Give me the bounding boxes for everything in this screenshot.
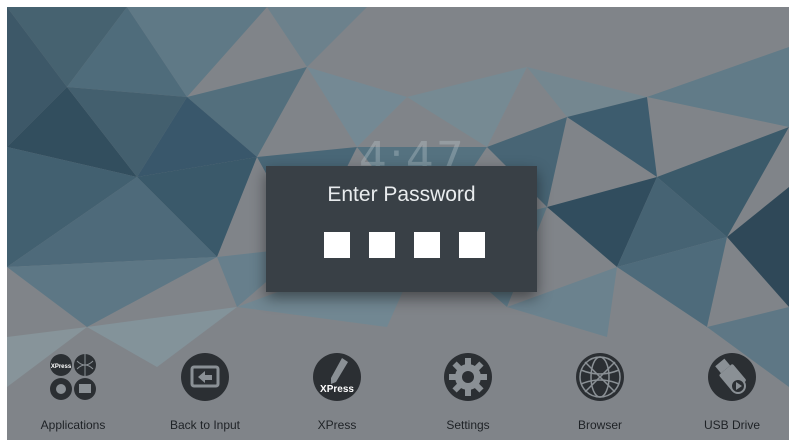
back-to-input-icon [181,353,229,401]
pin-digit-box[interactable] [414,232,440,258]
app-dock: XPress Applications Back to Input XPress… [7,352,789,440]
dock-item-settings[interactable]: Settings [413,352,523,432]
dock-label-back-to-input: Back to Input [169,418,241,432]
xpress-icon: XPress [313,353,361,401]
pin-digit-box[interactable] [369,232,395,258]
pin-entry-boxes[interactable] [324,232,485,258]
dock-item-usb-drive[interactable]: USB Drive [677,352,787,432]
dock-item-xpress[interactable]: XPress XPress [282,352,392,432]
settings-gear-icon [444,353,492,401]
pin-digit-box[interactable] [459,232,485,258]
dock-label-xpress: XPress [317,418,357,432]
applications-grid-icon: XPress [50,354,96,400]
tv-home-screen: 4:47 Enter Password XPress Applications [7,7,789,440]
dialog-title: Enter Password [327,183,476,206]
dock-label-applications: Applications [40,418,106,432]
dock-item-applications[interactable]: XPress Applications [18,352,128,432]
dock-label-usb-drive: USB Drive [703,418,760,432]
dock-item-browser[interactable]: Browser [545,352,655,432]
applications-icon-text: XPress [51,364,72,370]
dock-label-browser: Browser [577,418,622,432]
pin-digit-box[interactable] [324,232,350,258]
usb-drive-icon [708,353,756,401]
xpress-icon-text: XPress [320,384,354,395]
dock-item-back-to-input[interactable]: Back to Input [150,352,260,432]
dock-label-settings: Settings [446,418,490,432]
browser-globe-icon [576,353,624,401]
password-dialog: Enter Password [266,166,537,292]
